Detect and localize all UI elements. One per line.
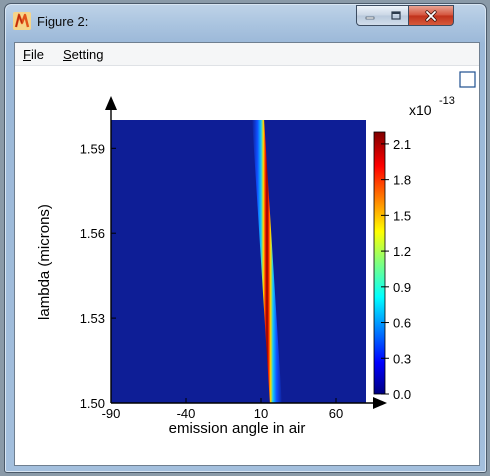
x-tick-label: -90 [102,406,121,421]
figure-client-area: File Setting 1.50 1.53 1.56 1.59 -90 -40… [14,42,480,466]
x-tick-label: 60 [329,406,343,421]
menu-file-rest: ile [30,47,44,62]
app-logo-icon [13,12,31,30]
colorbar-tick-label: 1.2 [393,244,411,259]
colorbar-tick-label: 0.3 [393,351,411,366]
menu-file[interactable]: File [23,47,44,62]
x-tick-label: 10 [254,406,268,421]
close-button[interactable] [408,5,454,26]
legend-toggle-box[interactable] [459,71,476,88]
heatmap-chart: 1.501.531.561.59 -90 -40 10 60 lambda (micr… [36,71,476,437]
menu-file-accel: F [23,47,31,62]
heatmap-background [111,120,366,403]
menu-setting-rest: etting [71,47,104,62]
colorbar-tick-label: 0.6 [393,316,411,331]
figure-window: Figure 2: File Setting 1.50 1.53 1.56 1.… [4,3,487,473]
y-axis-arrow-icon [105,96,117,110]
y-tick-label: 1.53 [80,311,105,326]
y-axis-label: lambda (microns) [36,204,53,320]
colorbar-tick-label: 1.5 [393,208,411,223]
y-tick-label: 1.56 [80,226,105,241]
menu-bar: File Setting [15,43,479,66]
close-icon [425,9,437,22]
title-bar[interactable]: Figure 2: [5,4,486,37]
colorbar-exponent-power: -13 [439,95,455,107]
menu-setting-accel: S [63,47,72,62]
colorbar-exponent: x10 [409,102,432,118]
colorbar-tick-label: 2.1 [393,137,411,152]
minimize-icon [365,16,375,19]
x-axis-label: emission angle in air [169,420,306,437]
colorbar-tick-label: 0.0 [393,387,411,402]
colorbar-tick-label: 0.9 [393,280,411,295]
window-title: Figure 2: [37,14,89,29]
x-tick-label: -40 [177,406,196,421]
plot-area: 1.50 1.53 1.56 1.59 -90 -40 10 60 lambda (micr… [15,66,479,465]
y-tick-label: 1.59 [80,141,105,156]
x-axis-arrow-icon [373,397,387,409]
maximize-button[interactable] [383,5,409,26]
minimize-button[interactable] [356,5,384,26]
colorbar-tick-label: 1.8 [393,173,411,188]
maximize-icon [390,10,401,20]
menu-setting[interactable]: Setting [63,47,103,62]
colorbar [373,131,386,395]
